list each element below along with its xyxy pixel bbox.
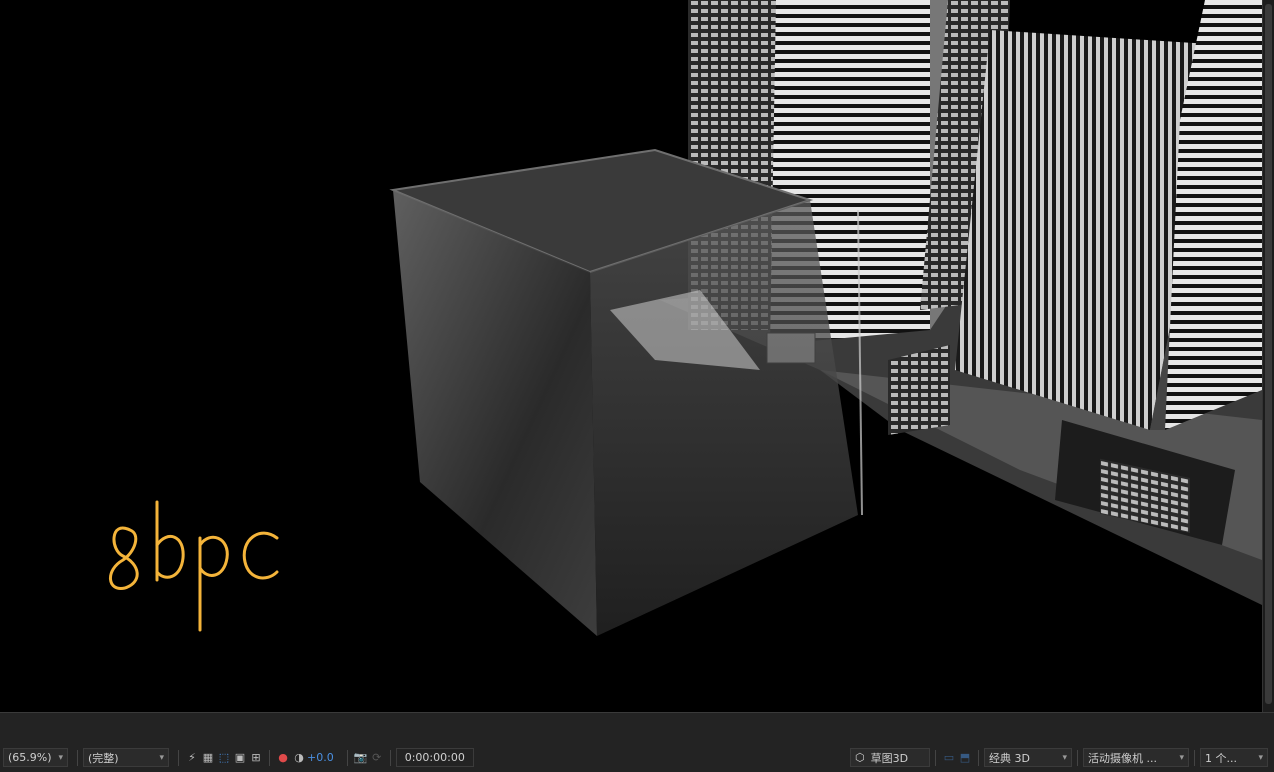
camera-view-dropdown[interactable]: 活动摄像机 ... ▾ xyxy=(1083,748,1189,767)
toolbar-divider xyxy=(1077,749,1078,766)
mask-visibility-icon[interactable]: ⬚ xyxy=(216,750,232,766)
guides-grid-icon[interactable]: ⊞ xyxy=(248,750,264,766)
cube-3d-icon: ⬡ xyxy=(855,751,865,764)
toolbar-divider xyxy=(389,749,391,766)
viewer-footer-gap xyxy=(0,712,1274,744)
exposure-reset-icon[interactable]: ◑ xyxy=(291,750,307,766)
building-small xyxy=(888,345,950,435)
chevron-down-icon: ▾ xyxy=(159,752,164,763)
toolbar-divider xyxy=(978,749,979,766)
exposure-value[interactable]: +0.0 xyxy=(307,751,334,764)
transparency-grid-icon[interactable]: ▦ xyxy=(200,750,216,766)
toolbar-divider xyxy=(346,749,348,766)
draft-3d-label: 草图3D xyxy=(870,751,909,765)
timecode-value: 0:00:00:00 xyxy=(404,751,465,764)
toolbar-divider xyxy=(935,749,936,766)
viewer-vertical-scrollbar[interactable] xyxy=(1262,0,1274,712)
camera-view-value: 活动摄像机 ... xyxy=(1088,751,1157,765)
resolution-dropdown[interactable]: (完整) ▾ xyxy=(83,748,169,767)
scrollbar-thumb[interactable] xyxy=(1265,4,1272,704)
extended-viewer-icon[interactable]: ⬒ xyxy=(957,750,973,766)
viewer-toolbar: (65.9%) ▾ (完整) ▾ ⚡ ▦ ⬚ ▣ ⊞ ● ◑ +0.0 📷 ⟳ 0:… xyxy=(0,743,1274,772)
fast-preview-icon[interactable]: ⚡ xyxy=(184,750,200,766)
chevron-down-icon: ▾ xyxy=(1062,752,1067,763)
toolbar-divider xyxy=(269,749,270,766)
chevron-down-icon: ▾ xyxy=(1258,752,1263,763)
color-channels-icon[interactable]: ● xyxy=(275,750,291,766)
toolbar-divider xyxy=(77,749,78,766)
handwritten-annotation: 8bpc xyxy=(109,500,279,632)
resolution-value: (完整) xyxy=(88,751,119,765)
view-layout-dropdown[interactable]: 1 个... ▾ xyxy=(1200,748,1268,767)
toolbar-divider xyxy=(1194,749,1195,766)
zoom-value: (65.9%) xyxy=(8,751,52,764)
current-time-display[interactable]: 0:00:00:00 xyxy=(395,748,474,767)
renderer-value: 经典 3D xyxy=(989,751,1030,765)
zoom-dropdown[interactable]: (65.9%) ▾ xyxy=(3,748,68,767)
chevron-down-icon: ▾ xyxy=(58,752,63,763)
cube-right-face xyxy=(590,200,858,636)
draft-3d-toggle[interactable]: ⬡ 草图3D xyxy=(850,748,930,767)
show-snapshot-icon[interactable]: ⟳ xyxy=(369,750,385,766)
composition-viewer[interactable]: 8bpc xyxy=(0,0,1262,712)
toolbar-divider xyxy=(178,749,179,766)
camera-snapshot-icon[interactable]: 📷 xyxy=(353,750,369,766)
view-layout-value: 1 个... xyxy=(1205,751,1237,765)
region-of-interest-icon[interactable]: ▣ xyxy=(232,750,248,766)
ground-plane-icon[interactable]: ▭ xyxy=(941,750,957,766)
chevron-down-icon: ▾ xyxy=(1179,752,1184,763)
renderer-dropdown[interactable]: 经典 3D ▾ xyxy=(984,748,1072,767)
